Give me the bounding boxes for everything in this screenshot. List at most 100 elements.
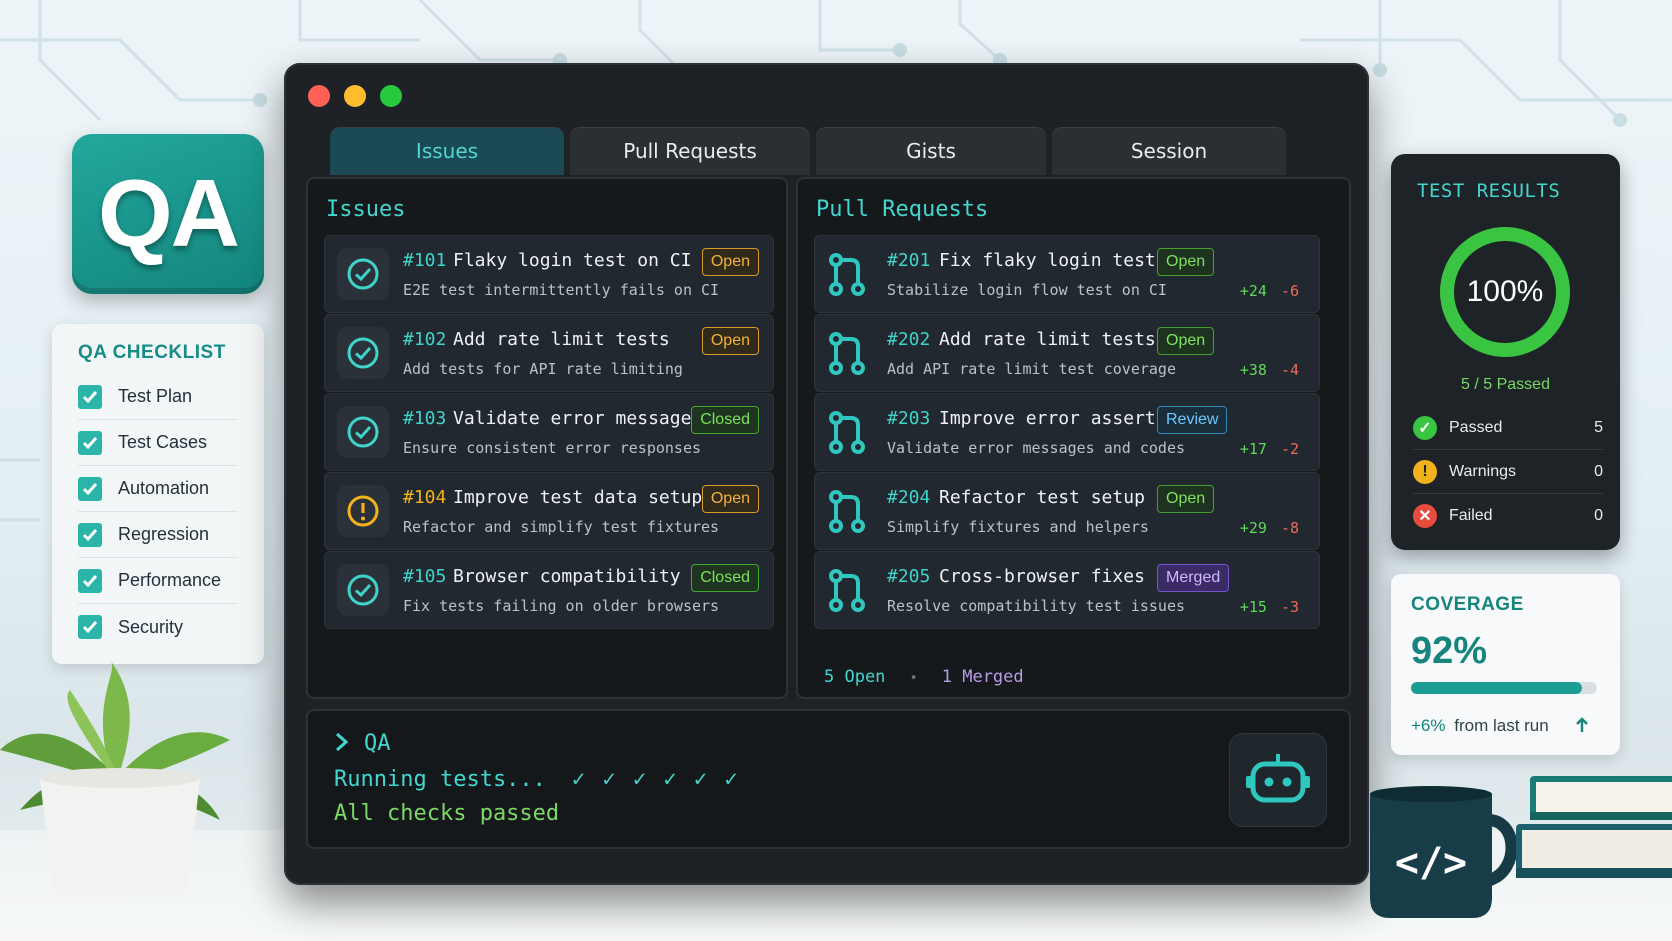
issue-title: Add rate limit tests bbox=[453, 329, 670, 350]
issue-number: #103 bbox=[403, 408, 447, 429]
minimize-window-button[interactable] bbox=[344, 85, 366, 107]
coverage-delta-value: +6% bbox=[1411, 716, 1446, 735]
pr-number: #204 bbox=[887, 487, 931, 508]
issue-status-icon bbox=[337, 327, 389, 379]
issue-description: Fix tests failing on older browsers bbox=[403, 597, 720, 615]
coverage-value: 92% bbox=[1411, 630, 1488, 672]
issue-card[interactable]: #103 Validate error messages Closed Ensure … bbox=[324, 393, 774, 471]
result-value: 0 bbox=[1594, 462, 1603, 480]
pull-requests-panel: Pull Requests #201 Fix flaky login test Op… bbox=[796, 177, 1351, 699]
robot-assistant-button[interactable] bbox=[1229, 733, 1327, 827]
checklist-item-label: Automation bbox=[118, 478, 210, 498]
pr-status-badge: Open bbox=[1157, 248, 1215, 276]
pull-request-icon bbox=[829, 411, 865, 454]
pr-additions: +15 bbox=[1239, 598, 1267, 616]
chevron-right-icon bbox=[336, 732, 349, 752]
checkbox[interactable] bbox=[78, 476, 102, 501]
pr-additions: +17 bbox=[1239, 440, 1267, 458]
maximize-window-button[interactable] bbox=[380, 85, 402, 107]
issues-panel-title: Issues bbox=[326, 197, 406, 222]
pull-request-card[interactable]: #201 Fix flaky login test Open Stabilize lo… bbox=[814, 235, 1320, 313]
pr-status-icon bbox=[821, 564, 873, 616]
checkbox[interactable] bbox=[78, 522, 102, 547]
pr-description: Stabilize login flow test on CI bbox=[887, 281, 1167, 299]
pr-title: Fix flaky login test bbox=[939, 250, 1156, 271]
tab-session[interactable]: Session bbox=[1052, 127, 1286, 175]
checklist-item-label: Security bbox=[118, 616, 184, 637]
issue-number: #104 bbox=[403, 487, 447, 508]
pull-request-icon bbox=[829, 253, 865, 296]
issue-number: #105 bbox=[403, 566, 447, 587]
checkbox[interactable] bbox=[78, 568, 102, 593]
qa-logo-text: QA bbox=[98, 160, 240, 267]
check-icon bbox=[82, 390, 98, 403]
pull-request-card[interactable]: #205 Cross-browser fixes Merged Resolve com… bbox=[814, 551, 1320, 629]
test-results-card: TEST RESULTS 100% 5 / 5 Passed ✓ Passed … bbox=[1391, 154, 1620, 550]
pr-number: #202 bbox=[887, 329, 931, 350]
check-icon bbox=[82, 621, 98, 634]
pr-status-badge: Open bbox=[1157, 485, 1215, 513]
issue-title: Browser compatibility bbox=[453, 566, 681, 587]
check-icon bbox=[82, 482, 98, 495]
tab-gists[interactable]: Gists bbox=[816, 127, 1046, 175]
pr-description: Validate error messages and codes bbox=[887, 439, 1186, 457]
pr-status-icon bbox=[821, 485, 873, 537]
checklist-title: QA CHECKLIST bbox=[78, 342, 226, 363]
terminal-result: All checks passed bbox=[334, 801, 560, 826]
pull-request-card[interactable]: #203 Improve error assertions Review Valida… bbox=[814, 393, 1320, 471]
pr-status-icon bbox=[821, 406, 873, 458]
checkbox[interactable] bbox=[78, 615, 102, 639]
pr-diff-stats: +15 -3 bbox=[1240, 598, 1299, 616]
checkbox[interactable] bbox=[78, 384, 102, 409]
pr-status-icon bbox=[821, 327, 873, 379]
terminal-panel: QA Running tests... ✓ ✓ ✓ ✓ ✓ ✓ All check… bbox=[306, 709, 1351, 849]
issue-card[interactable]: #102 Add rate limit tests Open Add tests fo… bbox=[324, 314, 774, 392]
terminal-running-line: Running tests... ✓ ✓ ✓ ✓ ✓ ✓ bbox=[334, 767, 740, 792]
issues-panel: Issues #101 Flaky login test on CI Open E2E… bbox=[306, 177, 788, 699]
checklist-item: Performance bbox=[78, 558, 238, 604]
issue-card[interactable]: #104 Improve test data setup Open Refactor … bbox=[324, 472, 774, 550]
close-window-button[interactable] bbox=[308, 85, 330, 107]
checklist-item-label: Performance bbox=[118, 570, 222, 590]
pull-request-card[interactable]: #204 Refactor test setup Open Simplify fixt… bbox=[814, 472, 1320, 550]
tab-pull-requests[interactable]: Pull Requests bbox=[570, 127, 810, 175]
pr-title: Add rate limit tests bbox=[939, 329, 1156, 350]
qa-logo-badge: QA bbox=[72, 134, 264, 294]
robot-icon bbox=[1246, 754, 1310, 803]
terminal-checkmarks: ✓ ✓ ✓ ✓ ✓ ✓ bbox=[571, 767, 740, 792]
pr-status-icon bbox=[821, 248, 873, 300]
warning-icon: ! bbox=[1413, 459, 1437, 484]
pull-request-card[interactable]: #202 Add rate limit tests Open Add API rate… bbox=[814, 314, 1320, 392]
pr-description: Resolve compatibility test issues bbox=[887, 597, 1186, 615]
pr-diff-stats: +17 -2 bbox=[1240, 440, 1299, 458]
pr-number: #201 bbox=[887, 250, 931, 271]
pr-status-badge: Review bbox=[1157, 406, 1228, 434]
pull-request-icon bbox=[829, 490, 865, 533]
pr-status-badge: Open bbox=[1157, 327, 1215, 355]
result-value: 5 bbox=[1594, 418, 1603, 436]
issue-card[interactable]: #105 Browser compatibility Closed Fix tests… bbox=[324, 551, 774, 629]
app-window: Issues Pull Requests Gists Session Issue… bbox=[284, 63, 1369, 885]
tab-issues[interactable]: Issues bbox=[330, 127, 564, 175]
pr-additions: +24 bbox=[1239, 282, 1267, 300]
issue-card[interactable]: #101 Flaky login test on CI Open E2E test i… bbox=[324, 235, 774, 313]
issue-status-badge: Open bbox=[701, 248, 759, 276]
pr-merged-count: 1 Merged bbox=[941, 667, 1024, 687]
coverage-card: COVERAGE 92% +6% from last run bbox=[1391, 574, 1620, 755]
window-controls bbox=[308, 85, 402, 107]
arrow-up-icon bbox=[1576, 717, 1589, 732]
check-circle-icon bbox=[347, 337, 379, 369]
pr-deletions: -2 bbox=[1280, 440, 1299, 458]
pr-deletions: -3 bbox=[1280, 598, 1299, 616]
pr-title: Refactor test setup bbox=[939, 487, 1145, 508]
checklist-item: Automation bbox=[78, 466, 238, 512]
issue-description: Refactor and simplify test fixtures bbox=[403, 518, 720, 536]
check-circle-icon bbox=[347, 258, 379, 290]
checkbox[interactable] bbox=[78, 430, 102, 455]
result-value: 0 bbox=[1594, 507, 1603, 524]
checklist-item-label: Regression bbox=[118, 524, 210, 544]
issue-status-badge: Closed bbox=[691, 406, 759, 434]
qa-checklist: QA CHECKLIST Test Plan Test Cases Automati… bbox=[52, 324, 264, 664]
test-results-title: TEST RESULTS bbox=[1417, 180, 1561, 202]
checklist-item: Regression bbox=[78, 512, 238, 558]
